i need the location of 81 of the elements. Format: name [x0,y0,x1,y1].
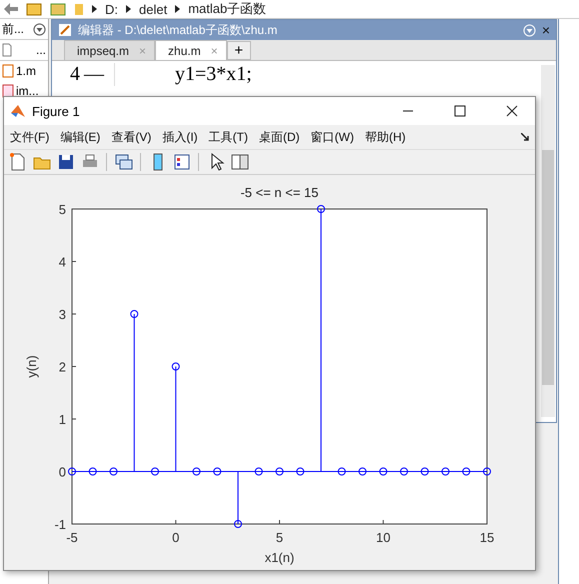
code-line: y1=3*x1; [175,62,252,86]
line-number: 4 [69,62,81,86]
folder-icon [74,2,84,16]
function-file-icon [2,84,14,98]
tick-label: 1 [58,412,66,427]
menu-item[interactable]: 文件(F) [10,128,50,146]
file-name[interactable]: 1.m [16,64,36,78]
tick-label: -5 [66,530,78,545]
dock-arrow-icon[interactable] [521,133,529,141]
tick-label: 5 [58,202,66,217]
pencil-icon [58,23,72,37]
menu-item[interactable]: 查看(V) [111,128,152,146]
tick-label: 0 [172,530,180,545]
axis-label: y(n) [24,355,39,378]
file-name[interactable]: im... [16,84,39,98]
scrollbar[interactable] [541,65,555,417]
data-point [151,468,159,476]
data-point [317,205,325,213]
data-point [213,468,222,476]
path-segment[interactable]: D: [105,2,118,16]
data-point [276,468,284,476]
chevron-icon [92,5,97,13]
windows-icon [114,152,134,172]
data-point [483,468,491,476]
data-point [379,468,388,476]
data-point [462,468,470,476]
data-point [88,468,97,476]
toolbar-button[interactable] [113,152,134,172]
tick-label: 0 [58,464,66,480]
editor-tab[interactable]: impseq.m × [64,40,156,60]
window-title: 编辑器 - D:\delet\matlab子函数\zhu.m [78,22,278,38]
back-arrow-icon[interactable] [4,3,18,15]
folder-icon[interactable] [50,2,66,16]
data-point [192,468,200,476]
chevron-icon [126,5,131,13]
tick-label: 15 [480,530,494,545]
menu-item[interactable]: 帮助(H) [364,128,406,146]
data-point [130,310,138,318]
data-point [296,468,304,476]
data-point [442,468,450,476]
path-segment[interactable]: delet [139,2,168,16]
tick-label: -1 [54,517,66,532]
maximize-icon [454,105,466,117]
menu-item[interactable]: 窗口(W) [310,128,354,146]
menu-item[interactable]: 工具(T) [208,128,248,146]
data-point [234,520,242,528]
axis-label: x1(n) [264,550,294,565]
menu-item[interactable]: 插入(I) [162,128,198,146]
panel-title: 前... [2,20,24,38]
tick-label: 3 [58,307,66,322]
dropdown-icon[interactable] [33,22,46,36]
close-button[interactable]: × [542,22,550,38]
window-title: Figure 1 [32,104,81,118]
data-point [172,362,180,370]
data-point [358,468,366,476]
column-header[interactable]: ... [36,43,46,57]
toolbar-button[interactable] [229,152,250,172]
editor-tab[interactable]: zhu.m × [155,40,227,60]
scroll-thumb[interactable] [542,150,554,385]
menu-item[interactable]: 桌面(D) [258,128,300,146]
data-point [338,468,346,476]
tick-label: 4 [58,254,66,270]
new-tab-button[interactable]: + [226,41,251,60]
panel-icon [230,152,250,172]
path-segment[interactable]: matlab子函数 [188,0,266,18]
close-icon [506,105,518,117]
data-point [420,468,429,476]
menu-item[interactable]: 编辑(E) [60,128,100,146]
data-point [110,468,118,476]
data-point [400,468,408,476]
legend-icon [172,152,192,172]
matlab-icon [10,103,26,119]
new-file-icon [8,152,28,172]
tick-label: 10 [376,530,390,545]
chevron-icon [175,5,180,13]
data-point [68,468,76,476]
chart-title: -5 <= n <= 15 [240,185,319,200]
tick-label: 2 [58,360,66,374]
folder-up-icon[interactable] [26,2,42,16]
tick-label: 5 [276,530,284,545]
data-point [254,468,263,476]
